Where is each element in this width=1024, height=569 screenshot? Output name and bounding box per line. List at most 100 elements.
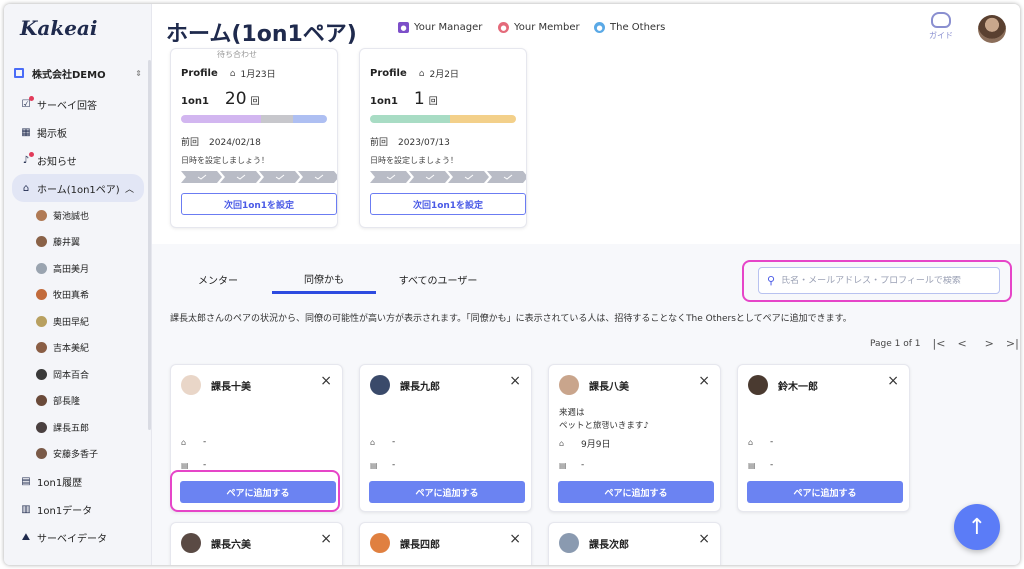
colleague-card: 課長八美 × 来週は ペットと旅행いきます♪ ⌂ 9月9日 ▤ - ペアに追加する	[548, 364, 721, 512]
birthday-row: ⌂ -	[370, 437, 396, 447]
history-icon: ▤	[21, 475, 31, 487]
sidebar-item-label: 1on1データ	[37, 505, 93, 517]
avatar	[36, 421, 47, 433]
colleague-header: 課長十美	[181, 375, 251, 395]
colleague-card: 課長六美 ×	[170, 522, 343, 565]
colleague-card: 課長九郎 × ⌂ - ▤ - ペアに追加する	[359, 364, 532, 512]
add-button-highlight-frame	[170, 470, 340, 512]
progress-bar	[181, 115, 327, 123]
sidebar-pair-item[interactable]: 課長五郎	[12, 414, 144, 441]
sidebar-item-label: 掲示板	[37, 128, 67, 140]
sidebar-item-notices[interactable]: ♪ お知らせ	[12, 146, 144, 174]
page-title: ホーム(1on1ペア)	[166, 22, 357, 47]
sidebar-item-survey-answer[interactable]: ☑ サーベイ回答	[12, 90, 144, 118]
colleague-header: 課長六美	[181, 533, 251, 553]
info-row: ▤ -	[559, 460, 585, 470]
sidebar-pair-item[interactable]: 牧田真希	[12, 282, 144, 309]
cake-icon: ⌂	[559, 439, 565, 448]
avatar	[181, 375, 201, 395]
close-icon[interactable]: ×	[698, 531, 710, 547]
sidebar-pair-item[interactable]: 岡本百合	[12, 361, 144, 388]
person-icon: ●	[398, 22, 409, 33]
guide-icon	[931, 12, 951, 28]
sidebar-pair-label: 吉本美紀	[53, 344, 90, 355]
close-icon[interactable]: ×	[509, 531, 521, 547]
page-indicator: Page 1 of 1	[870, 338, 921, 349]
tab-all-users[interactable]: すべてのユーザー	[378, 266, 498, 292]
legend-your-manager: ● Your Manager	[398, 22, 482, 33]
tab-colleagues[interactable]: 同僚かも	[272, 266, 376, 294]
sidebar-pair-label: 安藤多香子	[53, 450, 99, 461]
search-highlight-frame	[742, 260, 1012, 302]
guide-label: ガイド	[929, 31, 953, 40]
guide-button[interactable]: ガイド	[926, 12, 956, 41]
tab-mentor[interactable]: メンター	[168, 266, 268, 292]
sidebar-pair-item[interactable]: 藤井翼	[12, 229, 144, 256]
first-page-icon[interactable]: |<	[933, 337, 946, 350]
header: ホーム(1on1ペア) ● Your Manager ● Your Member…	[152, 4, 1020, 54]
sidebar-pair-label: 岡本百合	[53, 370, 90, 381]
schedule-next-1on1-button[interactable]: 次回1on1を設定	[370, 193, 526, 215]
add-to-pair-button[interactable]: ペアに追加する	[747, 481, 903, 503]
1on1-count: 1on1 20 回	[181, 89, 260, 109]
legend-your-member: ● Your Member	[498, 22, 580, 33]
sidebar-pair-item[interactable]: 奥田早紀	[12, 308, 144, 335]
birthday: 1月23日	[240, 70, 276, 80]
colleague-note: 来週は ペットと旅행いきます♪	[559, 408, 649, 431]
add-to-pair-button[interactable]: ペアに追加する	[558, 481, 714, 503]
birthday: 2月2日	[429, 70, 459, 80]
sidebar-pair-label: 課長五郎	[53, 423, 90, 434]
sidebar-item-home[interactable]: ⌂ ホーム(1on1ペア) ︿	[12, 174, 144, 202]
legend-the-others: ● The Others	[594, 22, 665, 33]
prev-page-icon[interactable]: <	[957, 337, 966, 350]
sidebar-item-label: サーベイ回答	[37, 100, 97, 112]
tag-icon: ▤	[748, 460, 756, 470]
close-icon[interactable]: ×	[887, 373, 899, 389]
profile-row: Profile ⌂ 2月2日	[370, 68, 459, 80]
progress-steps	[370, 171, 526, 183]
close-icon[interactable]: ×	[320, 373, 332, 389]
progress-segment	[293, 115, 327, 123]
sidebar-pair-item[interactable]: 菊池誠也	[12, 202, 144, 229]
last-page-icon[interactable]: >|	[1006, 337, 1019, 350]
person-icon: ●	[594, 22, 605, 33]
avatar	[559, 375, 579, 395]
avatar	[36, 448, 47, 460]
sidebar-pair-label: 高田美月	[53, 264, 90, 275]
close-icon[interactable]: ×	[698, 373, 710, 389]
scroll-to-top-button[interactable]: ↑	[954, 504, 1000, 550]
close-icon[interactable]: ×	[509, 373, 521, 389]
add-to-pair-button[interactable]: ペアに追加する	[369, 481, 525, 503]
next-page-icon[interactable]: >	[985, 337, 994, 350]
avatar	[36, 342, 47, 354]
cake-icon: ⌂	[748, 437, 754, 447]
cut-off-text: 待ち合わせ	[217, 50, 257, 59]
sidebar-pair-item[interactable]: 部長隆	[12, 388, 144, 415]
sidebar-pair-item[interactable]: 吉本美紀	[12, 335, 144, 362]
sidebar-item-label: 1on1履歴	[37, 477, 83, 489]
tab-bar: メンター 同僚かも すべてのユーザー	[168, 266, 508, 294]
company-switcher[interactable]: 株式会社DEMO ⇕	[14, 62, 142, 84]
chevron-up-icon[interactable]: ︿	[125, 182, 134, 195]
avatar	[370, 533, 390, 553]
legend-label: Your Manager	[414, 22, 483, 33]
app-window: Kakeai 株式会社DEMO ⇕ ☑ サーベイ回答 ▦ 掲示板 ♪ お知らせ …	[4, 4, 1020, 565]
sidebar-item-board[interactable]: ▦ 掲示板	[12, 118, 144, 146]
sidebar-item-1on1-history[interactable]: ▤ 1on1履歴	[12, 467, 144, 495]
sidebar-item-1on1-data[interactable]: ▥ 1on1データ	[12, 495, 144, 523]
sidebar-item-label: お知らせ	[37, 156, 77, 168]
user-avatar[interactable]	[978, 15, 1006, 43]
legend-label: Your Member	[514, 22, 580, 33]
sidebar-pair-label: 牧田真希	[53, 291, 90, 302]
sidebar-scrollbar[interactable]	[148, 60, 151, 430]
colleague-name: 課長次郎	[589, 539, 629, 551]
app-logo[interactable]: Kakeai	[20, 16, 97, 40]
sidebar-pair-item[interactable]: 安藤多香子	[12, 441, 144, 468]
cake-icon: ⌂	[418, 68, 425, 79]
sidebar-pair-item[interactable]: 高田美月	[12, 255, 144, 282]
progress-segment	[370, 115, 451, 123]
close-icon[interactable]: ×	[320, 531, 332, 547]
schedule-next-1on1-button[interactable]: 次回1on1を設定	[181, 193, 337, 215]
colleague-card: 課長次郎 ×	[548, 522, 721, 565]
sidebar-item-survey-data[interactable]: ⛰ サーベイデータ	[12, 523, 144, 551]
